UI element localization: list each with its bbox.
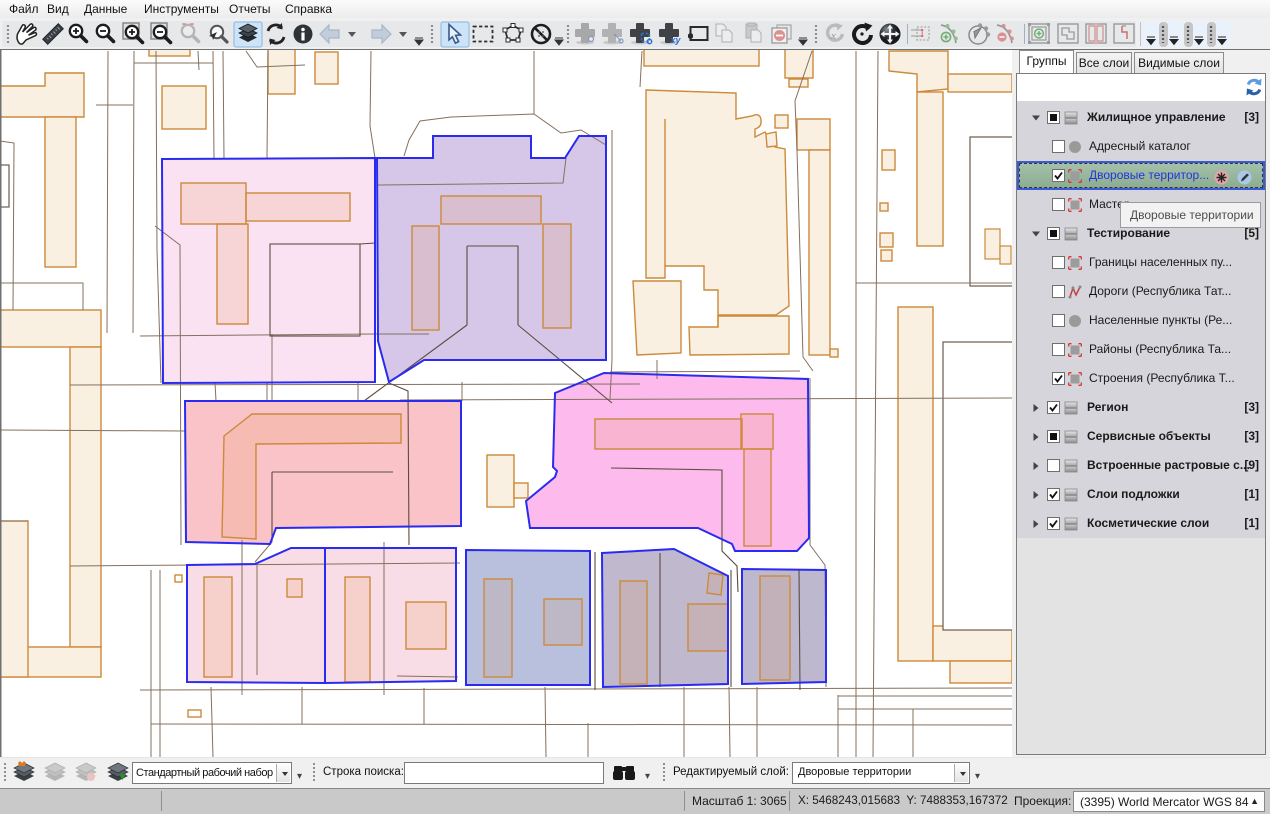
svg-text:x: x	[830, 30, 836, 42]
svg-text:xy: xy	[670, 35, 682, 45]
